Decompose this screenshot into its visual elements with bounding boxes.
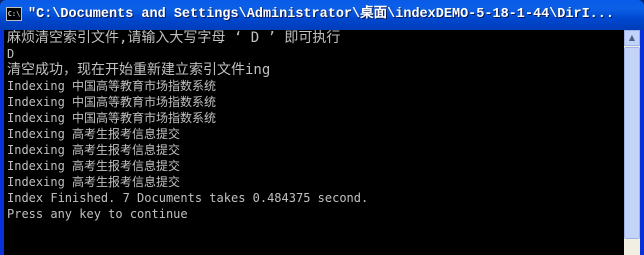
console-line: Indexing 中国高等教育市场指数系统: [7, 111, 217, 125]
scrollbar-thumb[interactable]: [624, 47, 640, 239]
console-window: C:\ "C:\Documents and Settings\Administr…: [0, 0, 644, 255]
console-output[interactable]: 麻烦清空索引文件,请输入大写字母 ‘ D ’ 即可执行 D 清空成功，现在开始重…: [4, 30, 624, 255]
scroll-up-arrow-icon[interactable]: ▲: [624, 30, 640, 46]
console-line: Indexing 高考生报考信息提交: [7, 143, 181, 157]
console-line: 麻烦清空索引文件,请输入大写字母 ‘ D ’ 即可执行: [7, 30, 341, 46]
console-line: Index Finished. 7 Documents takes 0.4843…: [7, 191, 369, 205]
title-bar[interactable]: C:\ "C:\Documents and Settings\Administr…: [0, 0, 644, 30]
console-line: Indexing 高考生报考信息提交: [7, 175, 181, 189]
console-line: D: [7, 47, 15, 61]
console-line: Indexing 中国高等教育市场指数系统: [7, 95, 217, 109]
console-app-icon[interactable]: C:\: [6, 7, 22, 21]
console-lines: 麻烦清空索引文件,请输入大写字母 ‘ D ’ 即可执行 D 清空成功，现在开始重…: [7, 30, 368, 222]
window-title: "C:\Documents and Settings\Administrator…: [28, 7, 614, 22]
window-frame-right: [640, 30, 644, 255]
console-line: Indexing 高考生报考信息提交: [7, 159, 181, 173]
console-line: Indexing 中国高等教育市场指数系统: [7, 79, 217, 93]
console-line: 清空成功，现在开始重新建立索引文件ing: [7, 62, 271, 78]
console-line: Indexing 高考生报考信息提交: [7, 127, 181, 141]
vertical-scrollbar[interactable]: ▲: [624, 30, 640, 255]
console-line: Press any key to continue: [7, 207, 188, 221]
